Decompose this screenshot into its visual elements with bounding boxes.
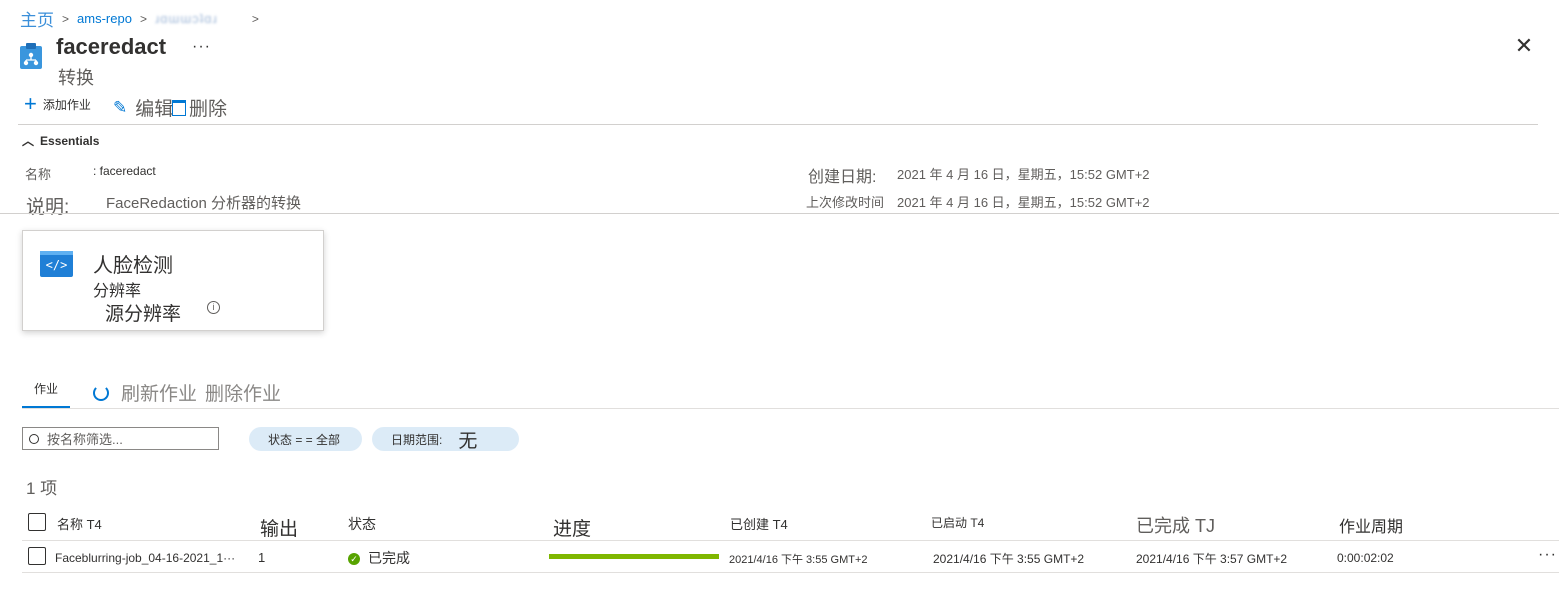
date-range-value: 无 [458, 430, 478, 452]
row-checkbox[interactable] [28, 547, 46, 565]
trash-icon [172, 99, 186, 116]
plus-icon: + [24, 91, 37, 116]
item-count: 1 项 [26, 479, 58, 498]
chevron-right-icon: > [251, 11, 259, 26]
select-all-checkbox[interactable] [28, 513, 46, 531]
pencil-icon: ✎ [113, 97, 128, 117]
refresh-jobs-label: 刷新作业 [121, 384, 198, 405]
search-placeholder: 按名称筛选... [47, 432, 123, 447]
column-header-finished[interactable]: 已完成 TJ [1136, 512, 1215, 538]
name-label: 名称 [25, 167, 52, 182]
chevron-right-icon: > [62, 11, 70, 26]
divider [22, 408, 1559, 409]
code-icon: </> [40, 251, 73, 277]
checkmark-icon: ✓ [348, 553, 360, 566]
job-status-label: 已完成 [368, 550, 410, 566]
edit-label: 编辑 [135, 99, 174, 120]
chevron-up-icon: ︿ [22, 134, 35, 148]
status-filter-label: 状态 = = 全部 [268, 432, 341, 447]
essentials-toggle[interactable]: ︿ Essentials [22, 132, 99, 149]
divider [18, 124, 1538, 125]
search-input[interactable]: 按名称筛选... [22, 427, 219, 450]
row-more-options-icon[interactable]: ··· [1538, 546, 1557, 564]
essentials-label: Essentials [40, 133, 100, 148]
job-name-link[interactable]: Faceblurring-job_04-16-2021_1··· [55, 551, 235, 565]
delete-button[interactable]: 删除 [172, 94, 227, 121]
delete-jobs-button[interactable]: 删除作业 [205, 379, 281, 406]
info-icon[interactable]: i [207, 301, 220, 314]
edit-button[interactable]: ✎ 编辑 [113, 94, 173, 121]
refresh-jobs-button[interactable]: 刷新作业 [93, 379, 197, 406]
delete-label: 删除 [189, 99, 228, 120]
breadcrumb: 主页 > ams-repo > ɹɑɯɯɔʇɑɹ > [20, 6, 267, 31]
divider [22, 540, 1559, 541]
column-header-status[interactable]: 状态 [348, 514, 376, 534]
created-value: 2021 年 4 月 16 日，星期五，15:52 GMT+2 [897, 167, 1150, 182]
column-header-output[interactable]: 输出 [260, 514, 298, 541]
breadcrumb-home[interactable]: 主页 [20, 6, 54, 31]
column-header-name[interactable]: 名称 T4 [57, 514, 102, 533]
transform-icon [19, 42, 43, 70]
modified-value: 2021 年 4 月 16 日，星期五，15:52 GMT+2 [897, 195, 1150, 210]
chevron-right-icon: > [139, 11, 147, 26]
job-progress-bar [549, 554, 719, 559]
column-header-started[interactable]: 已启动 T4 [931, 514, 984, 531]
job-created: 2021/4/16 下午 3:55 GMT+2 [729, 554, 868, 566]
column-header-duration[interactable]: 作业周期 [1339, 513, 1403, 537]
card-resolution-label: 分辨率 [93, 283, 142, 300]
add-job-label: 添加作业 [42, 97, 91, 112]
column-header-progress[interactable]: 进度 [553, 514, 591, 541]
add-job-button[interactable]: + 添加作业 [24, 91, 91, 116]
name-value: : faceredact [93, 164, 156, 178]
breadcrumb-repo[interactable]: ams-repo [77, 11, 132, 26]
refresh-icon [93, 384, 109, 401]
date-range-filter-pill[interactable]: 日期范围: 无 [372, 427, 519, 452]
more-options-icon[interactable]: ··· [192, 38, 211, 56]
status-filter-pill[interactable]: 状态 = = 全部 [249, 427, 362, 451]
column-header-created[interactable]: 已创建 T4 [730, 514, 788, 533]
modified-label: 上次修改时间 [806, 195, 885, 210]
job-output: 1 [258, 550, 266, 565]
divider [22, 572, 1559, 573]
delete-jobs-label: 删除作业 [205, 384, 282, 405]
card-title: 人脸检测 [93, 255, 173, 277]
description-value: FaceRedaction 分析器的转换 [106, 195, 302, 212]
breadcrumb-blurred[interactable]: ɹɑɯɯɔʇɑɹ [155, 11, 218, 26]
job-status: ✓ 已完成 [348, 548, 410, 568]
divider [0, 213, 1559, 214]
page-subtitle: 转换 [58, 68, 94, 88]
date-range-label: 日期范围: [391, 432, 443, 447]
page-title: faceredact [56, 34, 167, 59]
card-resolution-value: 源分辨率 [105, 304, 182, 325]
job-started: 2021/4/16 下午 3:55 GMT+2 [933, 552, 1085, 566]
job-progress-fill [549, 554, 719, 559]
tab-jobs[interactable]: 作业 [22, 380, 70, 397]
created-label: 创建日期: [808, 169, 877, 186]
face-detection-card[interactable]: </> 人脸检测 分辨率 源分辨率 i [22, 230, 324, 331]
close-icon[interactable]: ✕ [1514, 35, 1534, 57]
job-duration: 0:00:02:02 [1337, 551, 1394, 565]
search-icon [26, 431, 42, 446]
job-finished: 2021/4/16 下午 3:57 GMT+2 [1136, 552, 1288, 566]
description-label: 说明: [26, 197, 70, 218]
